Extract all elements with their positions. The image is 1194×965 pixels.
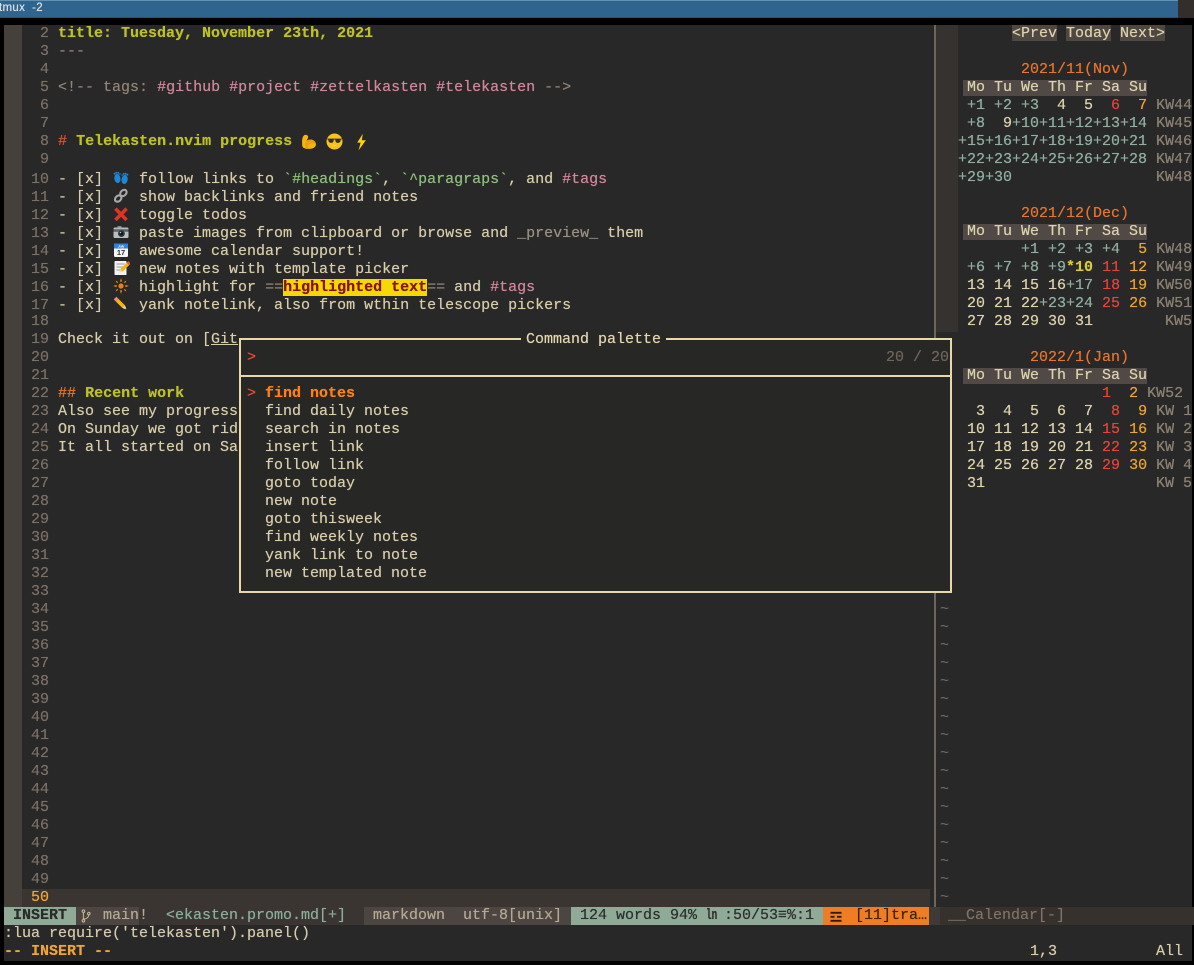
svg-text:17: 17 (117, 248, 125, 257)
